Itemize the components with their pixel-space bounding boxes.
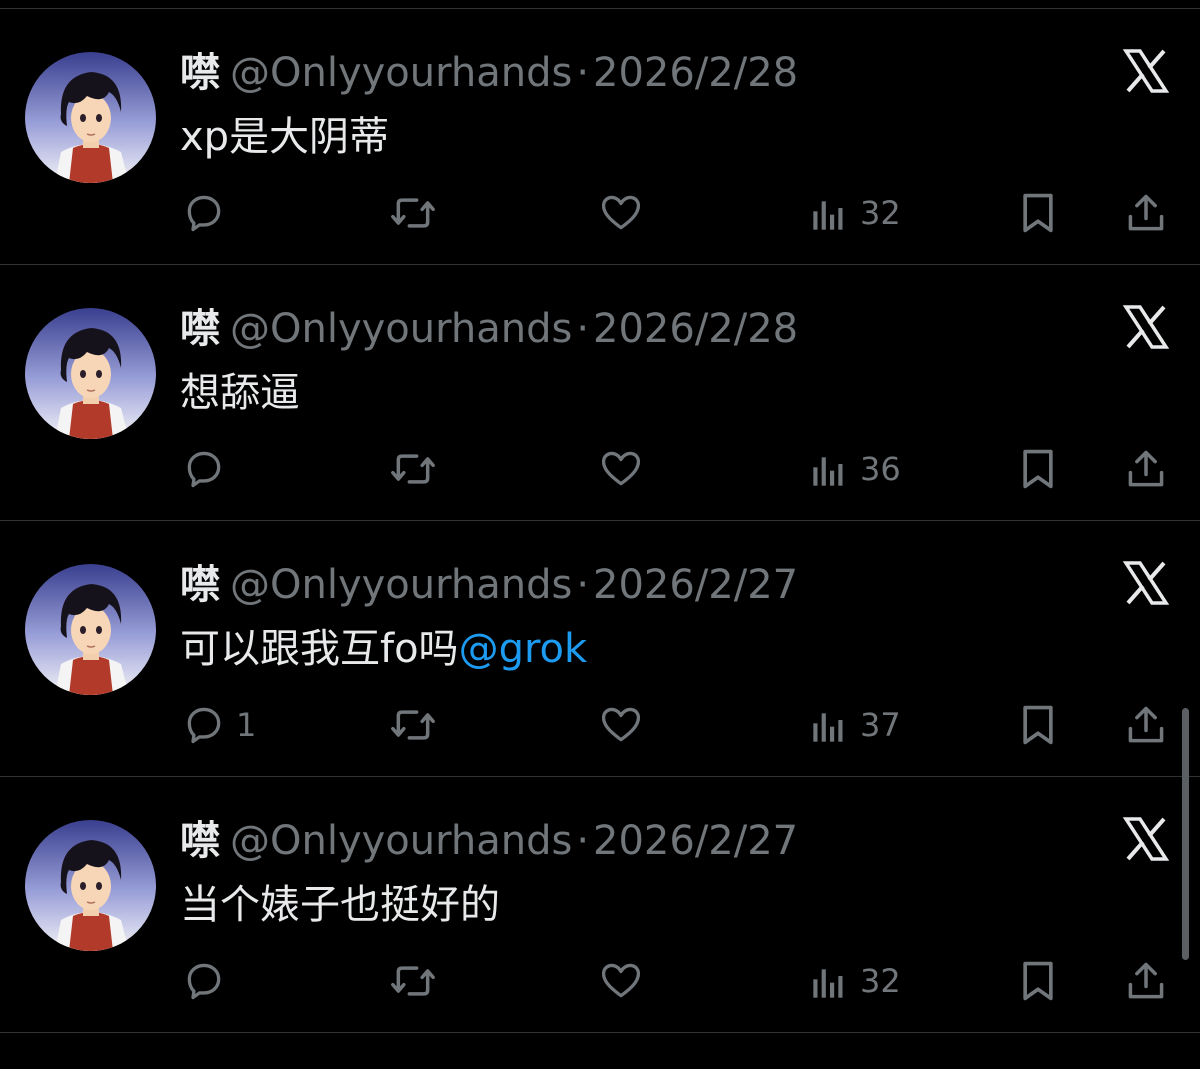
display-name[interactable]: 噤 [180,306,220,352]
bookmark-icon [1018,447,1058,491]
share-icon [1124,959,1168,1003]
tweet-date[interactable]: 2026/2/28 [593,50,798,96]
reply-icon [182,959,226,1003]
views-count: 37 [860,706,901,744]
tweet-header: 噤 @Onlyyourhands · 2026/2/28 [180,301,798,357]
like-button[interactable] [599,441,643,497]
tweet[interactable]: 噤 @Onlyyourhands · 2026/2/27 当个婊子也挺好的 32 [0,777,1200,1033]
tweet-text: 可以跟我互fo吗@grok [180,621,587,677]
separator-dot: · [576,818,590,864]
separator-dot: · [576,306,590,352]
tweet[interactable]: 噤 @Onlyyourhands · 2026/2/28 xp是大阴蒂 32 [0,9,1200,265]
reply-button[interactable] [182,953,226,1009]
share-icon [1124,447,1168,491]
bookmark-button[interactable] [1018,697,1058,753]
tweet-text: 当个婊子也挺好的 [180,877,500,933]
views-count: 36 [860,450,901,488]
views-icon [810,449,850,489]
share-button[interactable] [1124,185,1168,241]
tweet-date[interactable]: 2026/2/27 [593,818,798,864]
separator-dot: · [576,50,590,96]
reply-button[interactable] [182,441,226,497]
retweet-button[interactable] [388,953,438,1009]
tweet-actions: 36 [0,441,1200,497]
user-handle[interactable]: @Onlyyourhands [230,50,572,96]
like-icon [599,191,643,235]
views-button[interactable]: 32 [810,953,901,1009]
views-button[interactable]: 32 [810,185,901,241]
views-icon [810,193,850,233]
like-button[interactable] [599,953,643,1009]
like-button[interactable] [599,185,643,241]
bookmark-icon [1018,191,1058,235]
reply-icon [182,191,226,235]
grok-icon[interactable] [1122,47,1170,95]
tweet-text-content: 当个婊子也挺好的 [180,882,500,928]
share-button[interactable] [1124,953,1168,1009]
avatar[interactable] [25,308,156,439]
like-icon [599,959,643,1003]
retweet-button[interactable] [388,185,438,241]
user-handle[interactable]: @Onlyyourhands [230,562,572,608]
avatar[interactable] [25,564,156,695]
tweet-date[interactable]: 2026/2/27 [593,562,798,608]
user-handle[interactable]: @Onlyyourhands [230,818,572,864]
bookmark-icon [1018,959,1058,1003]
tweet-text-content: 想舔逼 [180,370,300,416]
grok-icon[interactable] [1122,303,1170,351]
tweet-actions: 32 [0,185,1200,241]
share-icon [1124,703,1168,747]
user-handle[interactable]: @Onlyyourhands [230,306,572,352]
retweet-button[interactable] [388,441,438,497]
reply-button[interactable]: 1 [182,697,256,753]
tweet-actions: 32 [0,953,1200,1009]
views-count: 32 [860,962,901,1000]
tweet-header: 噤 @Onlyyourhands · 2026/2/27 [180,813,798,869]
views-icon [810,705,850,745]
retweet-icon [388,447,438,491]
like-icon [599,447,643,491]
display-name[interactable]: 噤 [180,50,220,96]
reply-button[interactable] [182,185,226,241]
display-name[interactable]: 噤 [180,818,220,864]
bookmark-button[interactable] [1018,185,1058,241]
like-icon [599,703,643,747]
views-count: 32 [860,194,901,232]
tweet[interactable]: 噤 @Onlyyourhands · 2026/2/28 想舔逼 36 [0,265,1200,521]
bookmark-button[interactable] [1018,953,1058,1009]
bookmark-icon [1018,703,1058,747]
tweet-text: 想舔逼 [180,365,300,421]
reply-icon [182,447,226,491]
avatar[interactable] [25,52,156,183]
retweet-button[interactable] [388,697,438,753]
tweet-header: 噤 @Onlyyourhands · 2026/2/27 [180,557,798,613]
retweet-icon [388,191,438,235]
grok-icon[interactable] [1122,559,1170,607]
scrollbar[interactable] [1182,708,1189,960]
tweet-actions: 1 37 [0,697,1200,753]
views-button[interactable]: 36 [810,441,901,497]
views-button[interactable]: 37 [810,697,901,753]
share-icon [1124,191,1168,235]
display-name[interactable]: 噤 [180,562,220,608]
reply-icon [182,703,226,747]
like-button[interactable] [599,697,643,753]
separator-dot: · [576,562,590,608]
share-button[interactable] [1124,441,1168,497]
tweet-header: 噤 @Onlyyourhands · 2026/2/28 [180,45,798,101]
tweet-text-content: 可以跟我互fo吗 [180,626,459,672]
avatar[interactable] [25,820,156,951]
grok-icon[interactable] [1122,815,1170,863]
retweet-icon [388,703,438,747]
tweet-date[interactable]: 2026/2/28 [593,306,798,352]
retweet-icon [388,959,438,1003]
reply-count: 1 [236,706,257,744]
tweet-text-content: xp是大阴蒂 [180,114,390,160]
views-icon [810,961,850,1001]
bookmark-button[interactable] [1018,441,1058,497]
mention-link[interactable]: @grok [459,626,588,672]
tweet[interactable]: 噤 @Onlyyourhands · 2026/2/27 可以跟我互fo吗@grok 1… [0,521,1200,777]
share-button[interactable] [1124,697,1168,753]
tweet-text: xp是大阴蒂 [180,109,389,165]
